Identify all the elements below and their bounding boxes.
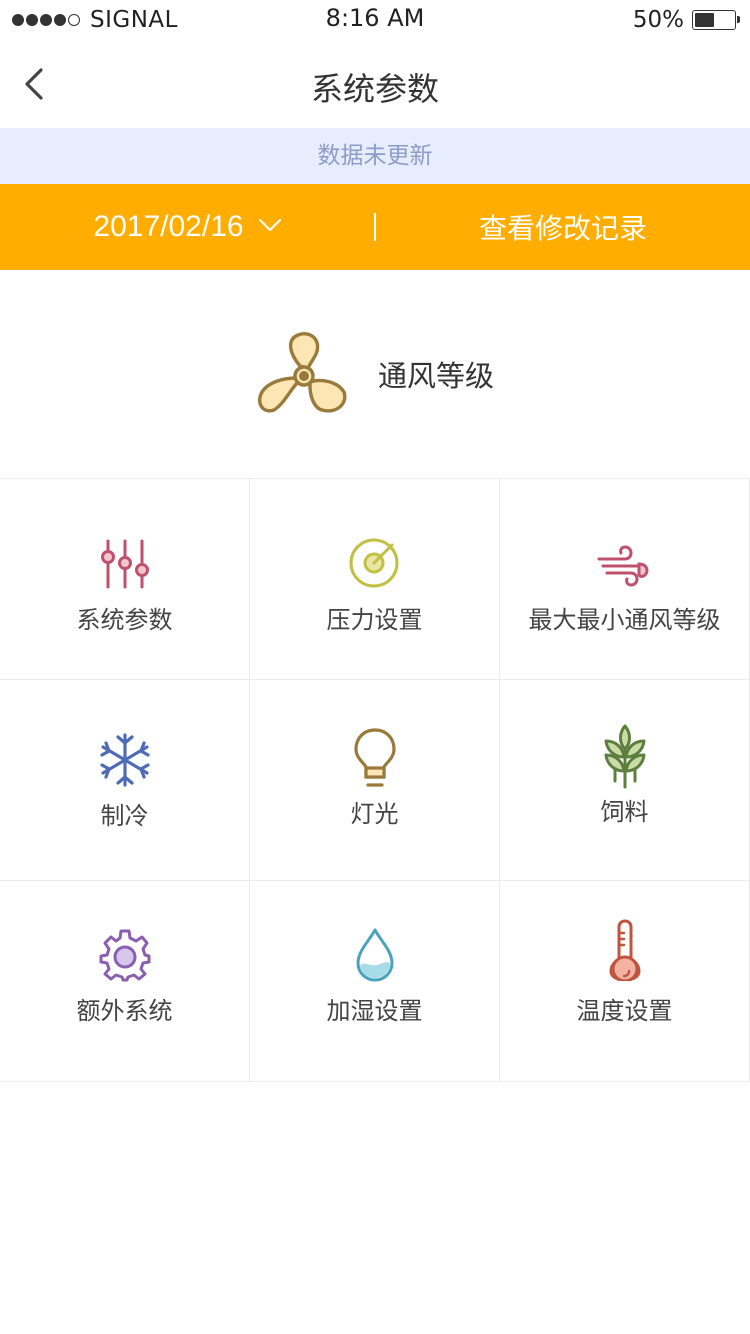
menu-item-label: 最大最小通风等级: [528, 606, 721, 634]
menu-item-extra-systems[interactable]: 额外系统: [0, 881, 250, 1082]
gauge-icon: [349, 538, 398, 588]
ventilation-level-label: 通风等级: [377, 359, 494, 393]
menu-item-label: 饲料: [600, 798, 649, 826]
thermometer-icon: [609, 919, 640, 981]
menu-item-system-params[interactable]: 系统参数: [0, 479, 250, 680]
snowflake-icon: [99, 733, 150, 787]
view-history-button[interactable]: 查看修改记录: [376, 184, 750, 270]
menu-item-label: 压力设置: [326, 606, 423, 634]
date-picker[interactable]: 2017/02/16: [0, 184, 375, 270]
status-bar: SIGNAL 8:16 AM 50%: [0, 0, 750, 40]
battery-icon: [692, 10, 740, 30]
menu-item-feed[interactable]: 饲料: [500, 680, 750, 881]
menu-item-lighting[interactable]: 灯光: [250, 680, 500, 881]
selected-date: 2017/02/16: [93, 210, 244, 243]
battery-percent: 50%: [632, 7, 684, 33]
menu-item-max-min-ventilation[interactable]: 最大最小通风等级: [500, 479, 750, 680]
lightbulb-icon: [353, 728, 396, 787]
date-bar: 2017/02/16 查看修改记录: [0, 184, 750, 270]
data-status-banner: 数据未更新: [0, 128, 750, 184]
battery-cap: [737, 16, 740, 23]
ventilation-level-card[interactable]: 通风等级: [0, 270, 750, 478]
water-drop-icon: [356, 928, 393, 982]
menu-item-label: 加湿设置: [326, 997, 423, 1025]
menu-item-label: 系统参数: [76, 606, 173, 634]
menu-item-cooling[interactable]: 制冷: [0, 680, 250, 881]
sliders-icon: [100, 539, 149, 589]
menu-item-pressure-settings[interactable]: 压力设置: [250, 479, 500, 680]
wind-icon: [597, 545, 648, 587]
wheat-icon: [604, 724, 645, 789]
menu-item-humidification[interactable]: 加湿设置: [250, 881, 500, 1082]
battery-status: 50%: [632, 7, 740, 33]
menu-item-label: 温度设置: [576, 997, 673, 1025]
gear-icon: [99, 929, 150, 982]
nav-bar: 系统参数: [0, 40, 750, 128]
page-title: 系统参数: [310, 70, 439, 108]
menu-item-label: 灯光: [350, 800, 399, 828]
battery-fill: [695, 13, 714, 27]
settings-menu-grid: 系统参数 压力设置 最大最小通风等级 制冷 灯光 饲料 额外系统 加湿设置 温度…: [0, 478, 750, 1082]
menu-item-label: 制冷: [100, 802, 149, 830]
menu-item-label: 额外系统: [76, 997, 173, 1025]
menu-item-temperature[interactable]: 温度设置: [500, 881, 750, 1082]
chevron-down-icon: [258, 218, 281, 232]
fan-icon: [257, 332, 347, 413]
